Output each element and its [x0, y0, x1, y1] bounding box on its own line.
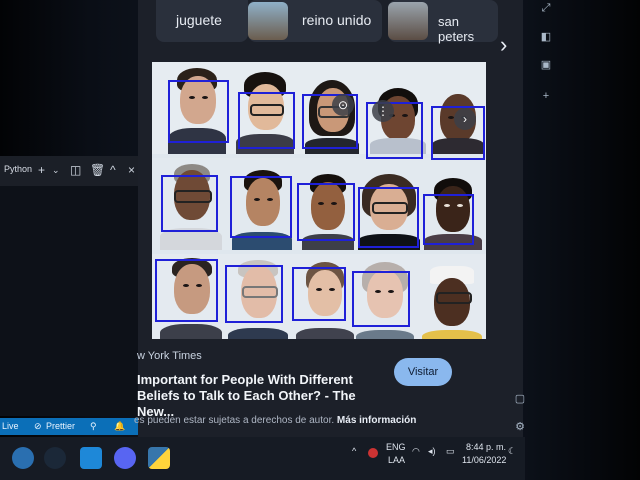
- prettier-label[interactable]: Prettier: [46, 421, 75, 431]
- notifications-icon[interactable]: ☾: [508, 446, 516, 457]
- face-bounding-box: [168, 80, 229, 143]
- battery-icon[interactable]: ▭: [446, 446, 455, 457]
- terminal-label: Python: [4, 164, 33, 174]
- add-icon[interactable]: +: [538, 90, 554, 106]
- discord-icon[interactable]: [114, 447, 136, 469]
- chip-reino-unido[interactable]: reino unido: [248, 0, 382, 42]
- expand-icon[interactable]: ⤢: [538, 2, 554, 18]
- windows-taskbar: [0, 437, 525, 480]
- tray-app-icon[interactable]: [368, 448, 378, 458]
- image-result-grid[interactable]: [152, 62, 486, 339]
- extension-icon[interactable]: ◧: [538, 30, 554, 46]
- face-bounding-box: [238, 92, 295, 149]
- clock-date[interactable]: 11/06/2022: [462, 455, 506, 465]
- wifi-icon[interactable]: ◠: [412, 446, 420, 457]
- vscode-status-bar: Live ⊘ Prettier ⚲ 🔔: [0, 418, 140, 435]
- more-options-icon[interactable]: ⋮: [372, 100, 394, 122]
- copyright-notice: es pueden estar sujetas a derechos de au…: [134, 415, 474, 426]
- face-bounding-box: [297, 183, 355, 241]
- split-screen-icon[interactable]: ▢: [512, 392, 528, 408]
- result-title[interactable]: Important for People With Different Beli…: [137, 372, 387, 420]
- copyright-text: es pueden estar sujetas a derechos de au…: [134, 415, 335, 426]
- chevron-down-icon[interactable]: ⌄: [52, 165, 60, 176]
- vscode-icon[interactable]: [80, 447, 102, 469]
- face-bounding-box: [230, 176, 292, 238]
- visit-button[interactable]: Visitar: [394, 358, 452, 386]
- lens-search-icon[interactable]: ⊙: [332, 94, 354, 116]
- python-icon[interactable]: [148, 447, 170, 469]
- chip-label: reino unido: [302, 12, 372, 28]
- add-terminal-icon[interactable]: +: [38, 163, 45, 177]
- face-bounding-box: [155, 259, 218, 322]
- face-bounding-box: [423, 194, 474, 245]
- sidebar-app-icon[interactable]: ▣: [538, 58, 554, 74]
- face-bounding-box: [352, 271, 410, 327]
- chip-thumbnail: [388, 2, 428, 40]
- trash-icon[interactable]: 🗑: [90, 163, 105, 177]
- more-info-link[interactable]: Más información: [337, 415, 416, 426]
- next-image-icon[interactable]: ›: [454, 108, 476, 130]
- result-source[interactable]: w York Times: [137, 350, 202, 362]
- chevron-right-icon[interactable]: ›: [500, 32, 520, 60]
- steam-icon[interactable]: [44, 447, 66, 469]
- chip-thumbnail: [248, 2, 288, 40]
- split-terminal-icon[interactable]: ◫: [70, 163, 81, 177]
- terminal-panel: [0, 186, 140, 416]
- chevron-up-icon[interactable]: ^: [110, 163, 116, 177]
- region-code[interactable]: LAA: [388, 455, 405, 465]
- face-bounding-box: [292, 267, 346, 321]
- settings-gear-icon[interactable]: ⚙: [512, 420, 528, 436]
- clock-time[interactable]: 8:44 p. m.: [466, 442, 506, 452]
- bell-icon[interactable]: 🔔: [114, 421, 125, 432]
- vscode-terminal-toolbar: Python + ⌄ ◫ 🗑 ^ ×: [0, 156, 150, 186]
- face-bounding-box: [358, 187, 419, 248]
- live-server-label[interactable]: Live: [2, 421, 19, 431]
- result-title-line1[interactable]: Important for People With Different: [137, 372, 387, 388]
- account-icon[interactable]: ⚲: [90, 421, 97, 432]
- language-code[interactable]: ENG: [386, 442, 406, 452]
- face-bounding-box: [161, 175, 218, 232]
- chip-san-peters[interactable]: san peters: [388, 0, 498, 44]
- app-icon[interactable]: [12, 447, 34, 469]
- face-bounding-box: [225, 265, 283, 323]
- chip-label: juguete: [176, 12, 222, 28]
- close-icon[interactable]: ×: [128, 163, 135, 177]
- chip-label: san peters: [438, 14, 475, 44]
- volume-icon[interactable]: ◂): [428, 446, 436, 457]
- face-photo[interactable]: [418, 254, 486, 339]
- chip-juguete[interactable]: juguete: [156, 0, 248, 42]
- prettier-icon[interactable]: ⊘: [34, 421, 42, 432]
- chevron-up-icon[interactable]: ^: [352, 446, 356, 456]
